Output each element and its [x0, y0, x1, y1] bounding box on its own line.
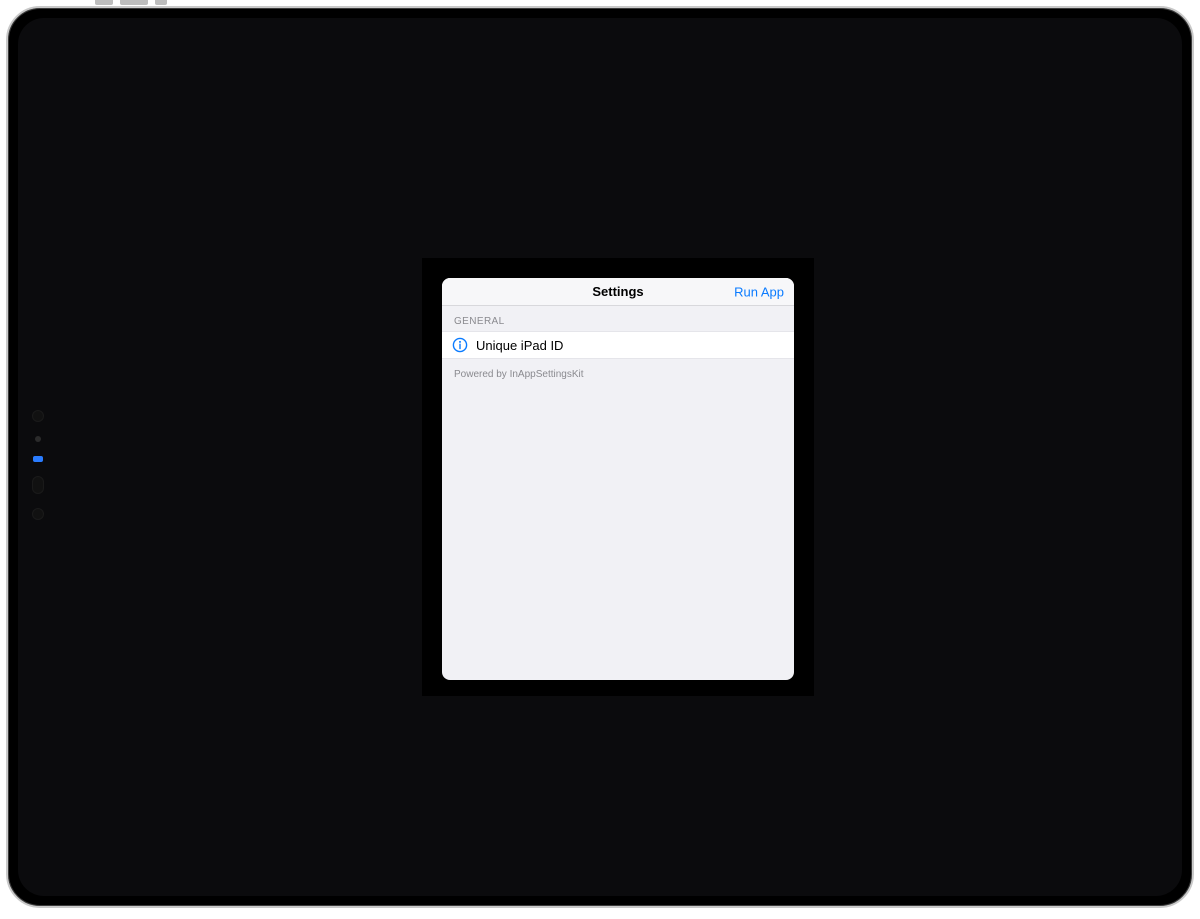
- modal-backdrop: Settings Run App GENERAL Unique iPad ID …: [422, 258, 814, 696]
- hardware-nub: [155, 0, 167, 5]
- section-header-general: GENERAL: [442, 306, 794, 331]
- settings-modal: Settings Run App GENERAL Unique iPad ID …: [442, 278, 794, 680]
- side-button: [32, 410, 44, 422]
- hardware-nub: [120, 0, 148, 5]
- side-blue-indicator: [33, 456, 43, 462]
- run-app-button[interactable]: Run App: [734, 284, 784, 299]
- row-unique-ipad-id[interactable]: Unique iPad ID: [442, 331, 794, 359]
- side-button: [32, 508, 44, 520]
- side-indicator: [35, 436, 41, 442]
- row-label: Unique iPad ID: [476, 338, 563, 353]
- ipad-screen: Settings Run App GENERAL Unique iPad ID …: [18, 18, 1182, 896]
- ipad-device-frame: Settings Run App GENERAL Unique iPad ID …: [6, 6, 1194, 908]
- info-icon: [452, 337, 468, 353]
- navbar: Settings Run App: [442, 278, 794, 306]
- footer-note: Powered by InAppSettingsKit: [442, 359, 794, 390]
- side-button-cluster: [32, 410, 44, 520]
- navbar-title: Settings: [592, 284, 643, 299]
- hardware-nub: [95, 0, 113, 5]
- side-button: [32, 476, 44, 494]
